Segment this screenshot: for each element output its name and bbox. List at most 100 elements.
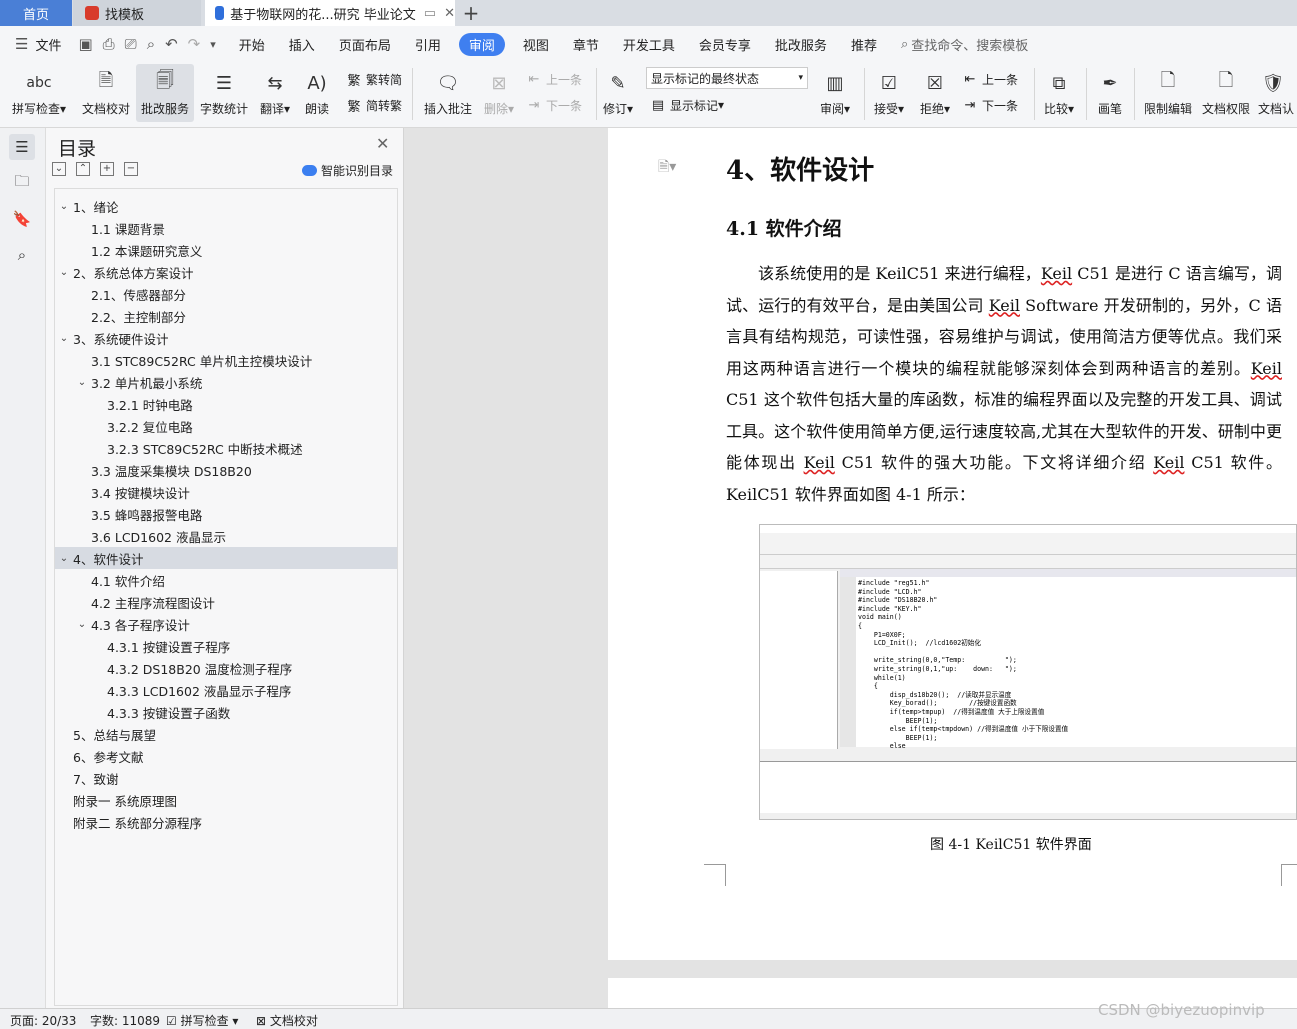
simp-trad-button[interactable]: 繁简转繁 [346,94,402,116]
print-icon[interactable]: ⎚ [120,35,142,53]
page-indicator[interactable]: 页面: 20/33 [10,1012,76,1029]
menu-item[interactable]: 页面布局 [327,35,403,54]
document-page[interactable]: 🗎▾ 4、软件设计 4.1 软件介绍 该系统使用的是 KeilC51 来进行编程… [608,128,1297,960]
doc-cert-button[interactable]: 🛡 文档认 [1258,64,1297,122]
menu-item[interactable]: 插入 [277,35,327,54]
next-comment-button[interactable]: ⇥ 下一条 [526,94,582,116]
toc-item[interactable]: 4.3.2 DS18B20 温度检测子程序 [55,657,397,679]
accept-button[interactable]: ☑ 接受▾ [870,64,908,122]
toc-item[interactable]: 1.2 本课题研究意义 [55,239,397,261]
toc-item[interactable]: 3.1 STC89C52RC 单片机主控模块设计 [55,349,397,371]
word-count-indicator[interactable]: 字数: 11089 [90,1012,160,1029]
show-markup-button[interactable]: ▤ 显示标记 ▾ [650,94,724,116]
tab-template[interactable]: 找模板 [73,0,201,26]
read-aloud-button[interactable]: A) 朗读 [298,64,336,122]
track-changes-button[interactable]: ✎ 修订▾ [600,64,636,122]
menu-item[interactable]: 开始 [227,35,277,54]
file-menu[interactable]: 文件 [33,35,73,54]
toc-item[interactable]: 3.5 蜂鸣器报警电路 [55,503,397,525]
chevron-down-icon[interactable]: ⌄ [57,267,71,278]
toc-icon[interactable]: ☰ [9,134,35,160]
chevron-down-icon[interactable]: ⌄ [57,333,71,344]
redo-icon[interactable]: ↷ [183,35,206,53]
hamburger-icon[interactable]: ☰ [10,35,33,53]
doc-permission-button[interactable]: 🗋 文档权限 [1198,64,1254,122]
review-pane-button[interactable]: ▥ 审阅▾ [816,64,854,122]
toc-item[interactable]: 3.2.2 复位电路 [55,415,397,437]
chapter-icon[interactable]: 🗀 [9,170,35,196]
spell-check-button[interactable]: abc 拼写检查▾ [10,64,68,122]
next-change-button[interactable]: ⇥ 下一条 [962,94,1018,116]
revise-service-button[interactable]: 🗐 批改服务 [136,64,194,122]
toc-item[interactable]: ⌄ 3.2 单片机最小系统 [55,371,397,393]
prev-change-button[interactable]: ⇤ 上一条 [962,68,1018,90]
doc-proof-button[interactable]: 🗎 文档校对 [78,64,134,122]
markup-state-select[interactable]: 显示标记的最终状态 ▾ [646,67,808,89]
pin-icon[interactable]: ▭ [424,6,436,21]
translate-button[interactable]: ⇆ 翻译▾ [254,64,296,122]
menu-item[interactable]: 引用 [403,35,453,54]
toc-item[interactable]: 4.1 软件介绍 [55,569,397,591]
add-heading-icon[interactable]: + [100,162,114,176]
toc-item[interactable]: ⌄ 1、绪论 [55,195,397,217]
search-icon[interactable]: ⌕ [9,242,35,268]
toc-item[interactable]: ⌄ 2、系统总体方案设计 [55,261,397,283]
prev-comment-button[interactable]: ⇤ 上一条 [526,68,582,90]
close-icon[interactable]: ✕ [376,134,389,153]
toc-item[interactable]: 2.2、主控制部分 [55,305,397,327]
delete-comment-button[interactable]: ⊠ 删除▾ [480,64,518,122]
menu-item[interactable]: 章节 [561,35,611,54]
menu-item[interactable]: 视图 [511,35,561,54]
customize-icon[interactable]: ▾ [205,38,221,51]
menu-item[interactable]: 开发工具 [611,35,687,54]
new-tab-button[interactable]: + [458,0,484,26]
paragraph-menu-icon[interactable]: 🗎▾ [658,156,676,180]
toc-item[interactable]: 3.2.1 时钟电路 [55,393,397,415]
compare-button[interactable]: ⧉ 比较▾ [1040,64,1078,122]
bookmark-icon[interactable]: 🔖 [9,206,35,232]
insert-comment-button[interactable]: 🗨 插入批注 [420,64,476,122]
chevron-down-icon[interactable]: ⌄ [57,201,71,212]
chevron-down-icon[interactable]: ⌄ [75,619,89,630]
menu-item[interactable]: 批改服务 [763,35,839,54]
menu-item[interactable]: 推荐 [839,35,889,54]
save-icon[interactable]: ▣ [73,35,97,53]
collapse-all-icon[interactable]: ⌄ [52,162,66,176]
undo-icon[interactable]: ↶ [160,35,183,53]
tab-home[interactable]: 首页 [0,0,72,26]
status-spell-check[interactable]: ☑ 拼写检查 ▾ [166,1012,238,1029]
status-doc-proof[interactable]: ⊠ 文档校对 [256,1012,318,1029]
trad-simp-button[interactable]: 繁繁转简 [346,68,402,90]
expand-all-icon[interactable]: ⌃ [76,162,90,176]
toc-item[interactable]: 3.6 LCD1602 液晶显示 [55,525,397,547]
toc-item[interactable]: ⌄ 3、系统硬件设计 [55,327,397,349]
chevron-down-icon[interactable]: ⌄ [57,553,71,564]
tab-document[interactable]: 基于物联网的花...研究 毕业论文 ▭ ✕ [205,0,455,26]
toc-item[interactable]: 附录一 系统原理图 [55,789,397,811]
toc-item[interactable]: 7、致谢 [55,767,397,789]
toc-item[interactable]: ⌄ 4、软件设计 [55,547,397,569]
toc-item[interactable]: 4.3.3 LCD1602 液晶显示子程序 [55,679,397,701]
toc-item[interactable]: 4.3.1 按键设置子程序 [55,635,397,657]
toc-item[interactable]: 3.3 温度采集模块 DS18B20 [55,459,397,481]
toc-item[interactable]: 1.1 课题背景 [55,217,397,239]
toc-item[interactable]: ⌄ 4.3 各子程序设计 [55,613,397,635]
toc-item[interactable]: 3.2.3 STC89C52RC 中断技术概述 [55,437,397,459]
pen-button[interactable]: ✒ 画笔 [1092,64,1128,122]
close-icon[interactable]: ✕ [444,6,455,21]
reject-button[interactable]: ☒ 拒绝▾ [916,64,954,122]
toc-item[interactable]: 3.4 按键模块设计 [55,481,397,503]
restrict-edit-button[interactable]: 🗋 限制编辑 [1140,64,1196,122]
toc-item[interactable]: 附录二 系统部分源程序 [55,811,397,833]
menu-item[interactable]: 审阅 [458,32,505,56]
remove-heading-icon[interactable]: − [124,162,138,176]
toc-item[interactable]: 4.3.3 按键设置子函数 [55,701,397,723]
smart-toc-button[interactable]: 智能识别目录 [302,162,393,179]
command-search[interactable]: ⌕ 查找命令、搜索模板 [901,35,1028,54]
export-icon[interactable]: ⎙ [98,35,120,53]
toc-item[interactable]: 2.1、传感器部分 [55,283,397,305]
menu-item[interactable]: 会员专享 [687,35,763,54]
preview-icon[interactable]: ⌕ [142,35,160,53]
toc-item[interactable]: 5、总结与展望 [55,723,397,745]
toc-item[interactable]: 4.2 主程序流程图设计 [55,591,397,613]
